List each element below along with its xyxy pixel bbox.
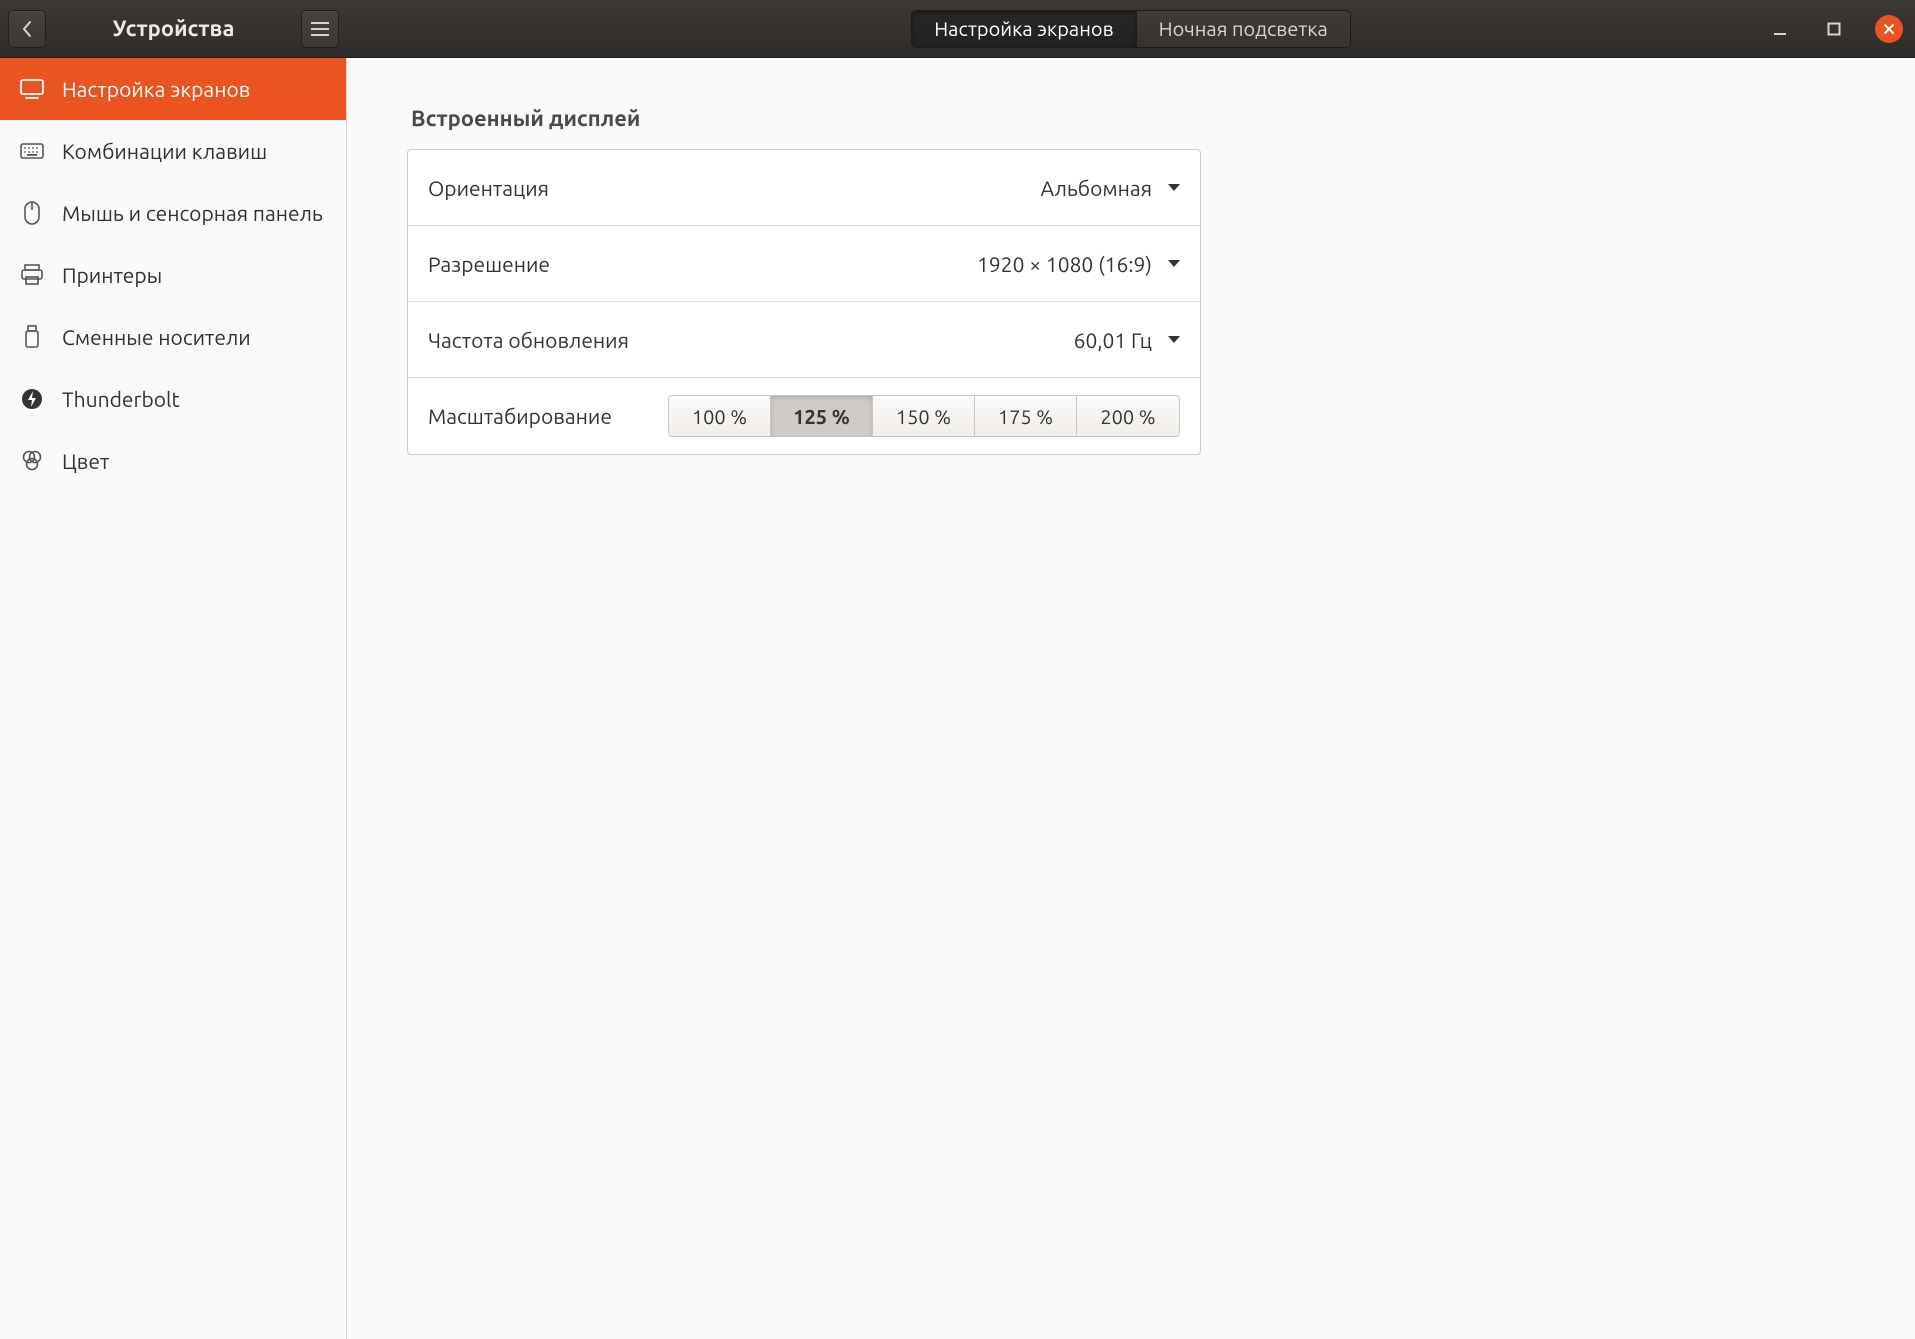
close-button[interactable]: [1875, 15, 1903, 43]
scale-option-label: 200 %: [1100, 405, 1155, 428]
hamburger-icon: [311, 22, 329, 36]
removable-media-icon: [20, 325, 44, 349]
mouse-icon: [20, 201, 44, 225]
chevron-left-icon: [21, 20, 33, 38]
row-value: Альбомная: [1041, 176, 1153, 200]
printer-icon: [20, 263, 44, 287]
section-label: Встроенный дисплей: [411, 106, 1855, 131]
body: Настройка экранов Комбинации клавиш Мышь…: [0, 58, 1915, 1339]
maximize-button[interactable]: [1821, 16, 1847, 42]
back-button[interactable]: [8, 10, 46, 48]
keyboard-icon: [20, 139, 44, 163]
row-value-wrap: 60,01 Гц: [1074, 328, 1180, 352]
close-icon: [1883, 23, 1895, 35]
row-resolution[interactable]: Разрешение 1920 × 1080 (16:9): [408, 226, 1200, 302]
chevron-down-icon: [1168, 260, 1180, 267]
scale-option-label: 150 %: [896, 405, 951, 428]
headerbar-left: Устройства: [0, 10, 347, 48]
sidebar-item-mouse[interactable]: Мышь и сенсорная панель: [0, 182, 346, 244]
window-controls: [1767, 15, 1903, 43]
main-content: Встроенный дисплей Ориентация Альбомная …: [347, 58, 1915, 1339]
sidebar-item-color[interactable]: Цвет: [0, 430, 346, 492]
row-value: 60,01 Гц: [1074, 328, 1152, 352]
sidebar-item-label: Настройка экранов: [62, 77, 250, 101]
tab-night-light[interactable]: Ночная подсветка: [1137, 11, 1350, 47]
scale-option-label: 100 %: [692, 405, 747, 428]
color-icon: [20, 449, 44, 473]
view-switcher: Настройка экранов Ночная подсветка: [911, 10, 1351, 48]
scale-option-label: 125 %: [793, 405, 850, 428]
row-value-wrap: 1920 × 1080 (16:9): [977, 252, 1180, 276]
sidebar-item-label: Thunderbolt: [62, 387, 180, 411]
tab-label: Ночная подсветка: [1159, 17, 1328, 40]
row-label: Разрешение: [428, 252, 550, 276]
row-label: Частота обновления: [428, 328, 629, 352]
sidebar-item-removable-media[interactable]: Сменные носители: [0, 306, 346, 368]
scale-option-175[interactable]: 175 %: [975, 396, 1077, 436]
tab-displays[interactable]: Настройка экранов: [912, 11, 1136, 47]
sidebar: Настройка экранов Комбинации клавиш Мышь…: [0, 58, 347, 1339]
headerbar: Устройства Настройка экранов Ночная подс…: [0, 0, 1915, 58]
sidebar-item-label: Комбинации клавиш: [62, 139, 267, 163]
sidebar-item-label: Мышь и сенсорная панель: [62, 201, 323, 225]
scale-option-150[interactable]: 150 %: [873, 396, 975, 436]
sidebar-item-label: Сменные носители: [62, 325, 251, 349]
scale-option-125[interactable]: 125 %: [771, 396, 873, 436]
sidebar-item-thunderbolt[interactable]: Thunderbolt: [0, 368, 346, 430]
sidebar-item-label: Цвет: [62, 449, 109, 473]
scale-button-group: 100 % 125 % 150 % 175 % 200 %: [668, 395, 1180, 437]
display-settings-panel: Ориентация Альбомная Разрешение 1920 × 1…: [407, 149, 1201, 455]
row-label: Масштабирование: [428, 404, 612, 428]
minimize-button[interactable]: [1767, 16, 1793, 42]
chevron-down-icon: [1168, 184, 1180, 191]
sidebar-item-displays[interactable]: Настройка экранов: [0, 58, 346, 120]
maximize-icon: [1827, 22, 1841, 36]
tab-label: Настройка экранов: [934, 17, 1113, 40]
row-orientation[interactable]: Ориентация Альбомная: [408, 150, 1200, 226]
row-value: 1920 × 1080 (16:9): [977, 252, 1152, 276]
headerbar-right: Настройка экранов Ночная подсветка: [347, 10, 1915, 48]
sidebar-item-printers[interactable]: Принтеры: [0, 244, 346, 306]
chevron-down-icon: [1168, 336, 1180, 343]
scale-option-label: 175 %: [998, 405, 1053, 428]
hamburger-menu-button[interactable]: [301, 10, 339, 48]
page-title: Устройства: [54, 16, 293, 41]
sidebar-item-keyboard[interactable]: Комбинации клавиш: [0, 120, 346, 182]
scale-option-100[interactable]: 100 %: [669, 396, 771, 436]
row-refresh-rate[interactable]: Частота обновления 60,01 Гц: [408, 302, 1200, 378]
row-scale: Масштабирование 100 % 125 % 150 % 175 % …: [408, 378, 1200, 454]
thunderbolt-icon: [20, 387, 44, 411]
row-label: Ориентация: [428, 176, 549, 200]
scale-option-200[interactable]: 200 %: [1077, 396, 1179, 436]
row-value-wrap: Альбомная: [1041, 176, 1181, 200]
sidebar-item-label: Принтеры: [62, 263, 162, 287]
displays-icon: [20, 77, 44, 101]
minimize-icon: [1773, 22, 1787, 36]
